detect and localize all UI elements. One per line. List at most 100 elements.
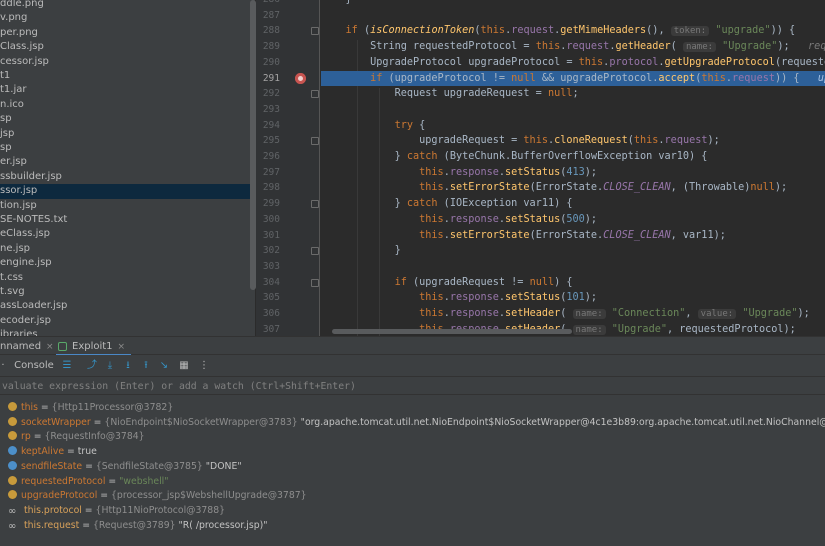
close-icon[interactable]: × — [118, 342, 126, 352]
project-tree-item[interactable]: t.svg — [0, 285, 250, 299]
param-hint: name: — [572, 309, 606, 319]
project-tree-item[interactable]: SE-NOTES.txt — [0, 213, 250, 227]
editor-horizontal-scrollbar[interactable] — [332, 329, 572, 334]
evaluate-expression-icon[interactable]: ▦ — [176, 358, 192, 374]
project-tree-item[interactable]: per.png — [0, 26, 250, 40]
variable-row[interactable]: socketWrapper = {NioEndpoint$NioSocketWr… — [0, 415, 825, 430]
code-line-289[interactable]: String requestedProtocol = this.request.… — [321, 39, 825, 55]
line-number[interactable]: 293 — [256, 102, 280, 118]
code-editor[interactable]: } if (isConnectionToken(this.request.get… — [321, 0, 825, 336]
parameter-icon — [8, 446, 17, 456]
code-line-291-execution-point[interactable]: if (upgradeProtocol != null && upgradePr… — [321, 70, 825, 87]
variable-row[interactable]: keptAlive = true — [0, 444, 825, 459]
code-line-294[interactable]: try { — [321, 118, 825, 134]
code-line-298[interactable]: this.setErrorState(ErrorState.CLOSE_CLEA… — [321, 180, 825, 196]
project-tree-item[interactable]: ecoder.jsp — [0, 314, 250, 328]
fold-marker-icon[interactable] — [311, 200, 319, 209]
run-to-cursor-icon[interactable]: ↘ — [156, 358, 172, 374]
code-line-297[interactable]: this.response.setStatus(413); — [321, 165, 825, 181]
project-tree-item[interactable]: Class.jsp — [0, 40, 250, 54]
line-number[interactable]: 296 — [256, 149, 280, 165]
project-tree-item[interactable]: er.jsp — [0, 155, 250, 169]
project-tree-item[interactable]: t.css — [0, 271, 250, 285]
project-tree-item[interactable]: tion.jsp — [0, 199, 250, 213]
project-tree-item[interactable]: engine.jsp — [0, 256, 250, 270]
fold-marker-icon[interactable] — [311, 247, 319, 256]
line-number[interactable]: 306 — [256, 306, 280, 322]
variable-row[interactable]: this = {Http11Processor@3782} — [0, 400, 825, 415]
variable-row[interactable]: upgradeProtocol = {processor_jsp$Webshel… — [0, 488, 825, 503]
line-number[interactable]: 298 — [256, 180, 280, 196]
line-number[interactable]: 307 — [256, 322, 280, 336]
code-line-300[interactable]: this.response.setStatus(500); — [321, 212, 825, 228]
project-tree-item[interactable]: cessor.jsp — [0, 55, 250, 69]
code-line-306[interactable]: this.response.setHeader( name: "Connecti… — [321, 306, 825, 322]
fold-marker-icon[interactable] — [311, 27, 319, 36]
project-tree-item[interactable]: ibraries — [0, 328, 250, 336]
line-number[interactable]: 288 — [256, 23, 280, 39]
step-over-icon[interactable]: ⤓ — [102, 358, 118, 374]
code-line-295[interactable]: upgradeRequest = this.cloneRequest(this.… — [321, 133, 825, 149]
fold-marker-icon[interactable] — [311, 90, 319, 99]
step-marker-icon[interactable]: · — [0, 358, 6, 374]
line-number[interactable]: 303 — [256, 259, 280, 275]
project-tree-item[interactable]: t1 — [0, 69, 250, 83]
line-number[interactable]: 302 — [256, 243, 280, 259]
fold-marker-icon[interactable] — [311, 137, 319, 146]
variable-row[interactable]: requestedProtocol = "webshell" — [0, 474, 825, 489]
line-number[interactable]: 300 — [256, 212, 280, 228]
variable-row[interactable]: sendfileState = {SendfileState@3785} "DO… — [0, 459, 825, 474]
line-number[interactable]: 287 — [256, 8, 280, 24]
project-tree-item[interactable]: n.ico — [0, 98, 250, 112]
line-number[interactable]: 305 — [256, 290, 280, 306]
line-number[interactable]: 297 — [256, 165, 280, 181]
project-tree-item[interactable]: jsp — [0, 127, 250, 141]
project-tree-item[interactable]: assLoader.jsp — [0, 299, 250, 313]
line-number[interactable]: 295 — [256, 133, 280, 149]
line-number[interactable]: 304 — [256, 275, 280, 291]
breakpoint-icon[interactable] — [295, 73, 306, 84]
debug-tab-unnamed[interactable]: nnamed × — [0, 337, 60, 356]
line-number[interactable]: 301 — [256, 228, 280, 244]
line-number[interactable]: 294 — [256, 118, 280, 134]
show-execution-point-icon[interactable]: ⤴ — [84, 358, 100, 374]
editor-gutter[interactable]: 2862872882892902912922932942952962972982… — [256, 0, 320, 336]
project-tree-item[interactable]: ddle.png — [0, 0, 250, 11]
project-tree-item[interactable]: eClass.jsp — [0, 227, 250, 241]
step-out-icon[interactable]: ⭱ — [138, 358, 154, 374]
project-tree-item[interactable]: sp — [0, 141, 250, 155]
code-line-288[interactable]: if (isConnectionToken(this.request.getMi… — [321, 23, 825, 39]
threads-list-icon[interactable]: ☰ — [59, 358, 75, 374]
console-tab[interactable]: Console — [14, 358, 54, 374]
code-line-304[interactable]: if (upgradeRequest != null) { — [321, 275, 825, 291]
debug-tab-exploit1[interactable]: Exploit1 × — [56, 337, 132, 356]
line-number[interactable]: 299 — [256, 196, 280, 212]
project-tree-item[interactable]: sp — [0, 112, 250, 126]
project-tree-item[interactable]: ne.jsp — [0, 242, 250, 256]
code-line-292[interactable]: Request upgradeRequest = null; — [321, 86, 825, 102]
code-line-299[interactable]: } catch (IOException var11) { — [321, 196, 825, 212]
project-tree-item[interactable]: v.png — [0, 11, 250, 25]
variable-row[interactable]: ∞ this.request = {Request@3789} "R( /proc… — [0, 518, 825, 533]
more-options-icon[interactable]: ⋮ — [196, 358, 212, 374]
code-line-290[interactable]: UpgradeProtocol upgradeProtocol = this.p… — [321, 55, 825, 71]
project-tree-item[interactable]: ssbuilder.jsp — [0, 170, 250, 184]
variable-row[interactable]: ∞ this.protocol = {Http11NioProtocol@3788… — [0, 503, 825, 518]
project-tree-item[interactable]: t1.jar — [0, 83, 250, 97]
variable-row[interactable]: rp = {RequestInfo@3784} — [0, 429, 825, 444]
line-number[interactable]: 286 — [256, 0, 280, 8]
line-number[interactable]: 290 — [256, 55, 280, 71]
fold-marker-icon[interactable] — [311, 278, 319, 287]
line-number[interactable]: 289 — [256, 39, 280, 55]
code-line-296[interactable]: } catch (ByteChunk.BufferOverflowExcepti… — [321, 149, 825, 165]
code-line-302[interactable]: } — [321, 243, 825, 259]
code-line-305[interactable]: this.response.setStatus(101); — [321, 290, 825, 306]
line-number[interactable]: 292 — [256, 86, 280, 102]
code-line-286[interactable]: } — [321, 0, 825, 8]
line-number[interactable]: 291 — [256, 71, 280, 87]
step-into-icon[interactable]: ⭳ — [120, 358, 136, 374]
project-tree-item[interactable]: ssor.jsp — [0, 184, 250, 199]
evaluate-expression-input[interactable] — [0, 377, 825, 395]
close-icon[interactable]: × — [46, 342, 54, 352]
code-line-301[interactable]: this.setErrorState(ErrorState.CLOSE_CLEA… — [321, 228, 825, 244]
